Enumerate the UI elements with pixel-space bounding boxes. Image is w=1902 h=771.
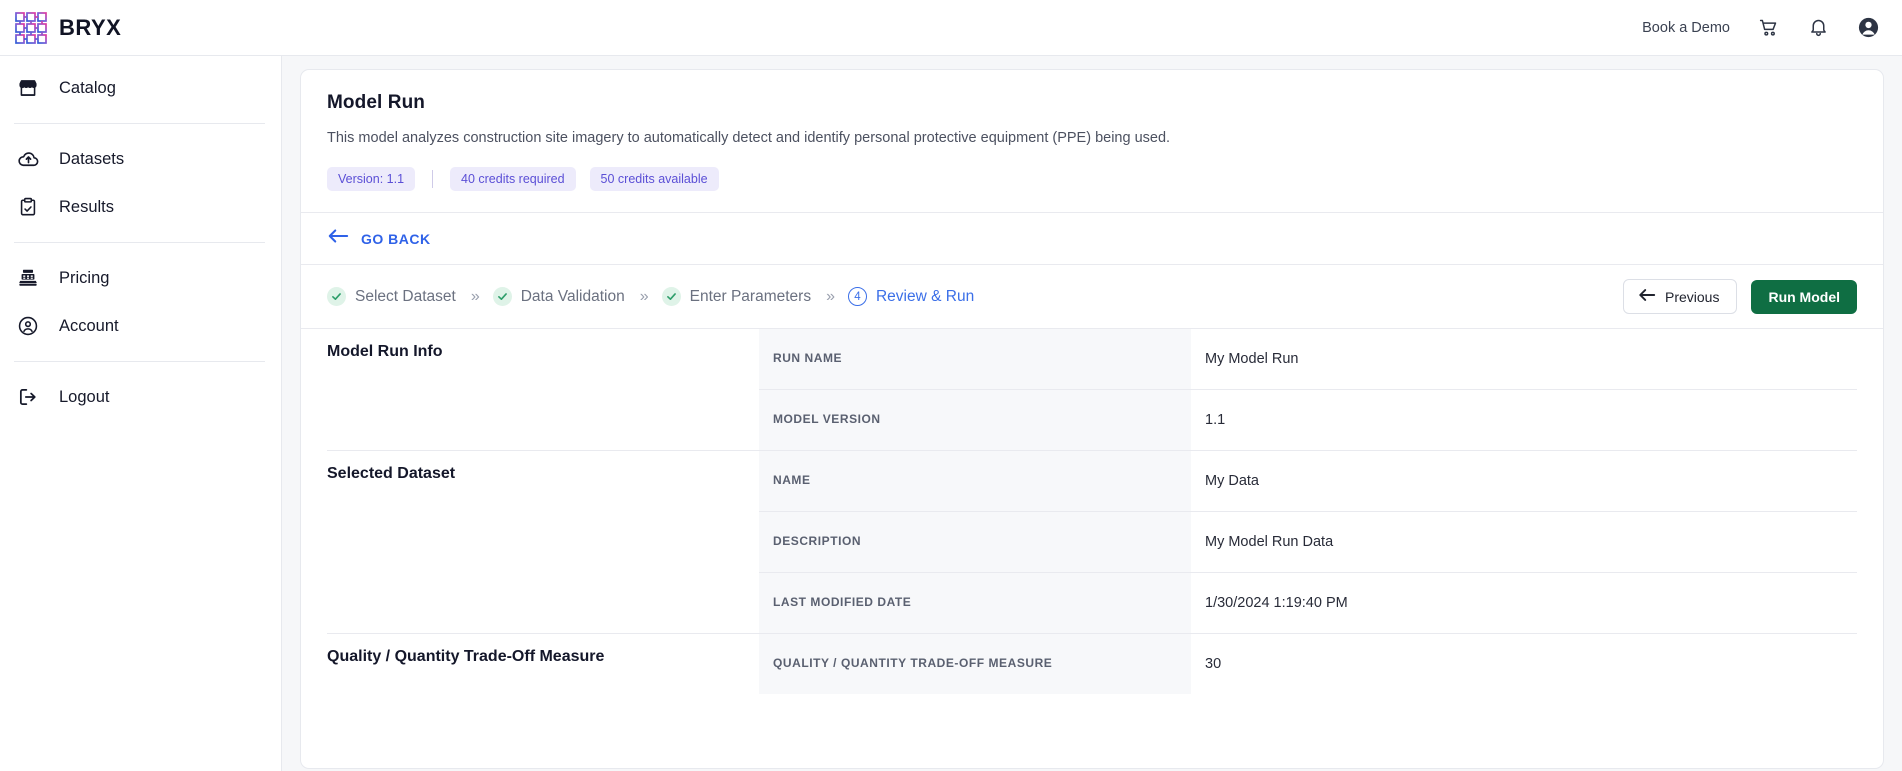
section-title: Quality / Quantity Trade-Off Measure [327,648,605,665]
page-description: This model analyzes construction site im… [327,130,1171,146]
row-value: 30 [1205,656,1222,672]
sidebar-label: Pricing [59,268,110,287]
card-header: Model Run This model analyzes constructi… [301,70,1883,146]
credits-available-badge: 50 credits available [589,167,719,191]
shopping-cart-icon[interactable] [1756,16,1780,40]
section-model-run-info: Model Run Info RUN NAME My Model Run MOD… [301,329,1883,450]
step-list: Select Dataset » Data Validation » Enter… [327,287,974,306]
row-label: RUN NAME [759,329,1191,389]
step-separator-icon: » [470,287,480,305]
row-label: LAST MODIFIED DATE [759,572,1191,633]
arrow-left-icon [1638,288,1656,305]
step-label: Data Validation [520,287,625,305]
step-data-validation[interactable]: Data Validation [492,287,625,306]
step-label: Review & Run [875,287,975,305]
version-badge: Version: 1.1 [327,167,416,191]
step-select-dataset[interactable]: Select Dataset [327,287,456,306]
cloud-upload-icon [16,147,40,171]
table-row: DESCRIPTION My Model Run Data [759,511,1857,572]
sidebar-divider [14,361,265,362]
table-row: NAME My Data [759,451,1857,511]
clipboard-check-icon [16,195,40,219]
model-run-card: Model Run This model analyzes constructi… [300,69,1884,769]
section-rows: RUN NAME My Model Run MODEL VERSION 1.1 [759,329,1857,450]
previous-button[interactable]: Previous [1622,279,1738,314]
bryx-logo-icon [15,11,47,44]
top-bar-actions: Book a Demo [1642,16,1880,40]
row-value: My Model Run Data [1191,511,1857,572]
cash-register-icon [16,266,40,290]
wizard-stepper: Select Dataset » Data Validation » Enter… [301,265,1883,328]
check-icon [492,287,512,306]
sidebar-label: Datasets [59,149,125,168]
sidebar-label: Logout [59,387,110,406]
brand-logo[interactable]: BRYX [14,11,121,45]
sidebar-item-pricing[interactable]: Pricing [0,254,281,302]
step-review-and-run[interactable]: 4 Review & Run [847,287,975,306]
table-row: QUALITY / QUANTITY TRADE-OFF MEASURE 30 [759,634,1857,694]
row-value: My Model Run [1205,351,1299,367]
sidebar-item-results[interactable]: Results [0,183,281,231]
previous-label: Previous [1664,288,1720,305]
sidebar-label: Account [59,316,119,335]
section-rows: QUALITY / QUANTITY TRADE-OFF MEASURE 30 [759,634,1857,694]
page-canvas: Model Run This model analyzes constructi… [282,56,1902,771]
row-label: NAME [759,451,1191,511]
step-label: Enter Parameters [689,287,812,305]
check-icon [661,287,681,306]
sign-out-icon [16,385,40,409]
badge-row: Version: 1.1 40 credits required 50 cred… [301,167,1883,191]
credits-required-badge: 40 credits required [450,167,576,191]
run-model-button[interactable]: Run Model [1751,279,1857,314]
arrow-left-icon [327,228,349,249]
page-title: Model Run [327,92,425,113]
sidebar: Catalog Datasets Results Pricing Account… [0,56,282,771]
step-number-badge: 4 [847,287,867,306]
row-label: QUALITY / QUANTITY TRADE-OFF MEASURE [759,634,1191,694]
sidebar-item-account[interactable]: Account [0,302,281,350]
check-icon [327,287,346,306]
row-label: DESCRIPTION [759,511,1191,572]
sidebar-item-catalog[interactable]: Catalog [0,64,281,112]
stepper-actions: Previous Run Model [1622,279,1857,314]
notification-bell-icon[interactable] [1806,16,1830,40]
sidebar-divider [14,242,265,243]
storefront-icon [16,76,40,100]
top-bar: BRYX Book a Demo [0,0,1902,56]
section-title: Selected Dataset [327,465,456,482]
sidebar-item-datasets[interactable]: Datasets [0,135,281,183]
section-quality-quantity-tradeoff: Quality / Quantity Trade-Off Measure QUA… [301,634,1883,694]
brand-name: BRYX [59,14,122,40]
account-circle-outline-icon [16,314,40,338]
table-row: RUN NAME My Model Run [759,329,1857,389]
table-row: LAST MODIFIED DATE 1/30/2024 1:19:40 PM [759,572,1857,633]
table-row: MODEL VERSION 1.1 [759,389,1857,450]
section-title: Model Run Info [327,343,443,360]
step-label: Select Dataset [355,287,456,305]
sidebar-item-logout[interactable]: Logout [0,373,281,421]
account-circle-icon[interactable] [1856,16,1880,40]
row-value: My Data [1205,473,1259,489]
step-separator-icon: » [826,287,835,305]
sidebar-divider [14,123,265,124]
sidebar-label: Results [59,197,115,216]
section-selected-dataset: Selected Dataset NAME My Data DESCRIPTIO… [301,451,1883,633]
badge-divider [432,170,434,188]
step-enter-parameters[interactable]: Enter Parameters [661,287,812,306]
header-divider [301,212,1883,213]
book-a-demo-link[interactable]: Book a Demo [1642,20,1730,36]
row-value: 1.1 [1191,389,1857,450]
sidebar-label: Catalog [59,78,116,97]
section-rows: NAME My Data DESCRIPTION My Model Run Da… [759,451,1857,633]
row-label: MODEL VERSION [759,389,1191,450]
go-back-button[interactable]: GO BACK [301,213,457,264]
row-value: 1/30/2024 1:19:40 PM [1191,572,1857,633]
step-separator-icon: » [639,287,649,305]
go-back-label: GO BACK [361,230,431,247]
